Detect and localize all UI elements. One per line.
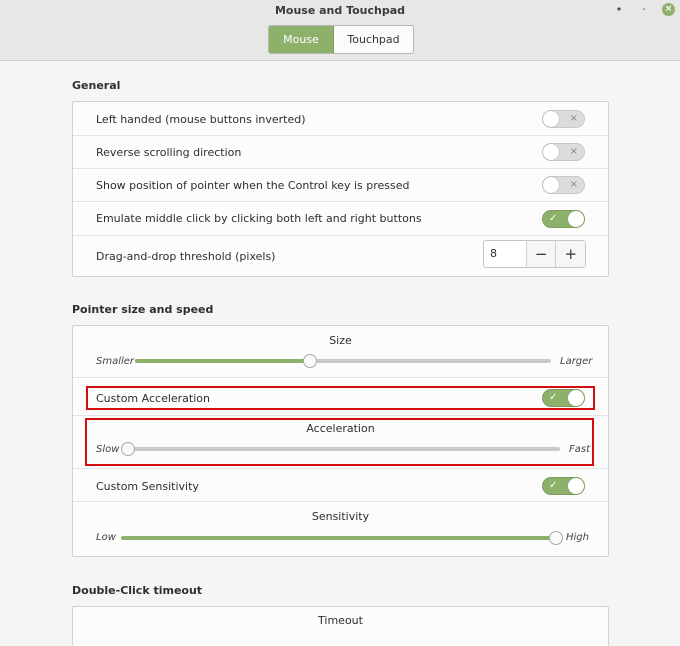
slider-title: Timeout: [318, 614, 363, 627]
section-title-pointer: Pointer size and speed: [72, 303, 214, 316]
section-title-double-click: Double-Click timeout: [72, 584, 203, 597]
setting-label: Left handed (mouse buttons inverted): [96, 113, 306, 126]
slider-max-label: High: [566, 532, 589, 543]
setting-label: Show position of pointer when the Contro…: [96, 179, 410, 192]
tab-touchpad[interactable]: Touchpad: [334, 26, 413, 53]
cross-icon: ×: [569, 113, 578, 124]
tab-mouse[interactable]: Mouse: [269, 26, 334, 53]
titlebar: Mouse and Touchpad • ⋅ × Mouse Touchpad: [0, 0, 680, 61]
tab-switcher: Mouse Touchpad: [268, 25, 414, 54]
setting-label: Drag-and-drop threshold (pixels): [96, 250, 276, 263]
size-slider[interactable]: [135, 354, 551, 368]
threshold-input[interactable]: 8: [484, 241, 527, 267]
size-slider-row: Size Smaller Larger: [73, 326, 608, 378]
toggle-left-handed[interactable]: ×: [542, 110, 585, 128]
window-title: Mouse and Touchpad: [274, 4, 406, 17]
toggle-custom-sensitivity[interactable]: ✓: [542, 477, 585, 495]
slider-min-label: Smaller: [96, 356, 135, 367]
cross-icon: ×: [569, 146, 578, 157]
decrement-button[interactable]: −: [526, 241, 557, 267]
check-icon: ✓: [549, 213, 558, 224]
toggle-emulate-middle-click[interactable]: ✓: [542, 210, 585, 228]
double-click-panel: Timeout: [72, 606, 609, 646]
general-panel: Left handed (mouse buttons inverted) × R…: [72, 101, 609, 277]
slider-min-label: Low: [96, 532, 116, 543]
setting-row-custom-sensitivity: Custom Sensitivity ✓: [73, 469, 608, 502]
setting-label: Reverse scrolling direction: [96, 146, 242, 159]
setting-label: Custom Sensitivity: [96, 480, 199, 493]
toggle-show-pointer[interactable]: ×: [542, 176, 585, 194]
slider-max-label: Larger: [560, 356, 593, 367]
check-icon: ✓: [549, 480, 558, 491]
setting-row-reverse-scrolling: Reverse scrolling direction ×: [73, 136, 608, 169]
setting-label: Emulate middle click by clicking both le…: [96, 212, 422, 225]
cross-icon: ×: [569, 179, 578, 190]
threshold-stepper: 8 − +: [483, 240, 586, 268]
slider-title: Size: [329, 334, 352, 347]
highlight-acceleration-slider: [85, 418, 594, 466]
slider-fill: [135, 359, 310, 363]
restore-button[interactable]: ⋅: [637, 3, 651, 17]
increment-button[interactable]: +: [556, 241, 585, 267]
minimize-button[interactable]: •: [612, 3, 626, 17]
section-title-general: General: [72, 79, 121, 92]
setting-row-emulate-middle-click: Emulate middle click by clicking both le…: [73, 202, 608, 236]
setting-row-show-pointer: Show position of pointer when the Contro…: [73, 169, 608, 202]
sensitivity-slider-row: Sensitivity Low High: [73, 502, 608, 556]
slider-fill: [121, 536, 561, 540]
slider-title: Sensitivity: [311, 510, 370, 523]
setting-row-left-handed: Left handed (mouse buttons inverted) ×: [73, 102, 608, 136]
slider-thumb[interactable]: [549, 531, 563, 545]
sensitivity-slider[interactable]: [121, 531, 563, 545]
highlight-custom-acceleration: [86, 386, 595, 410]
slider-thumb[interactable]: [302, 354, 317, 368]
setting-row-drag-threshold: Drag-and-drop threshold (pixels) 8 − +: [73, 236, 608, 276]
close-button[interactable]: ×: [662, 3, 675, 16]
toggle-reverse-scrolling[interactable]: ×: [542, 143, 585, 161]
